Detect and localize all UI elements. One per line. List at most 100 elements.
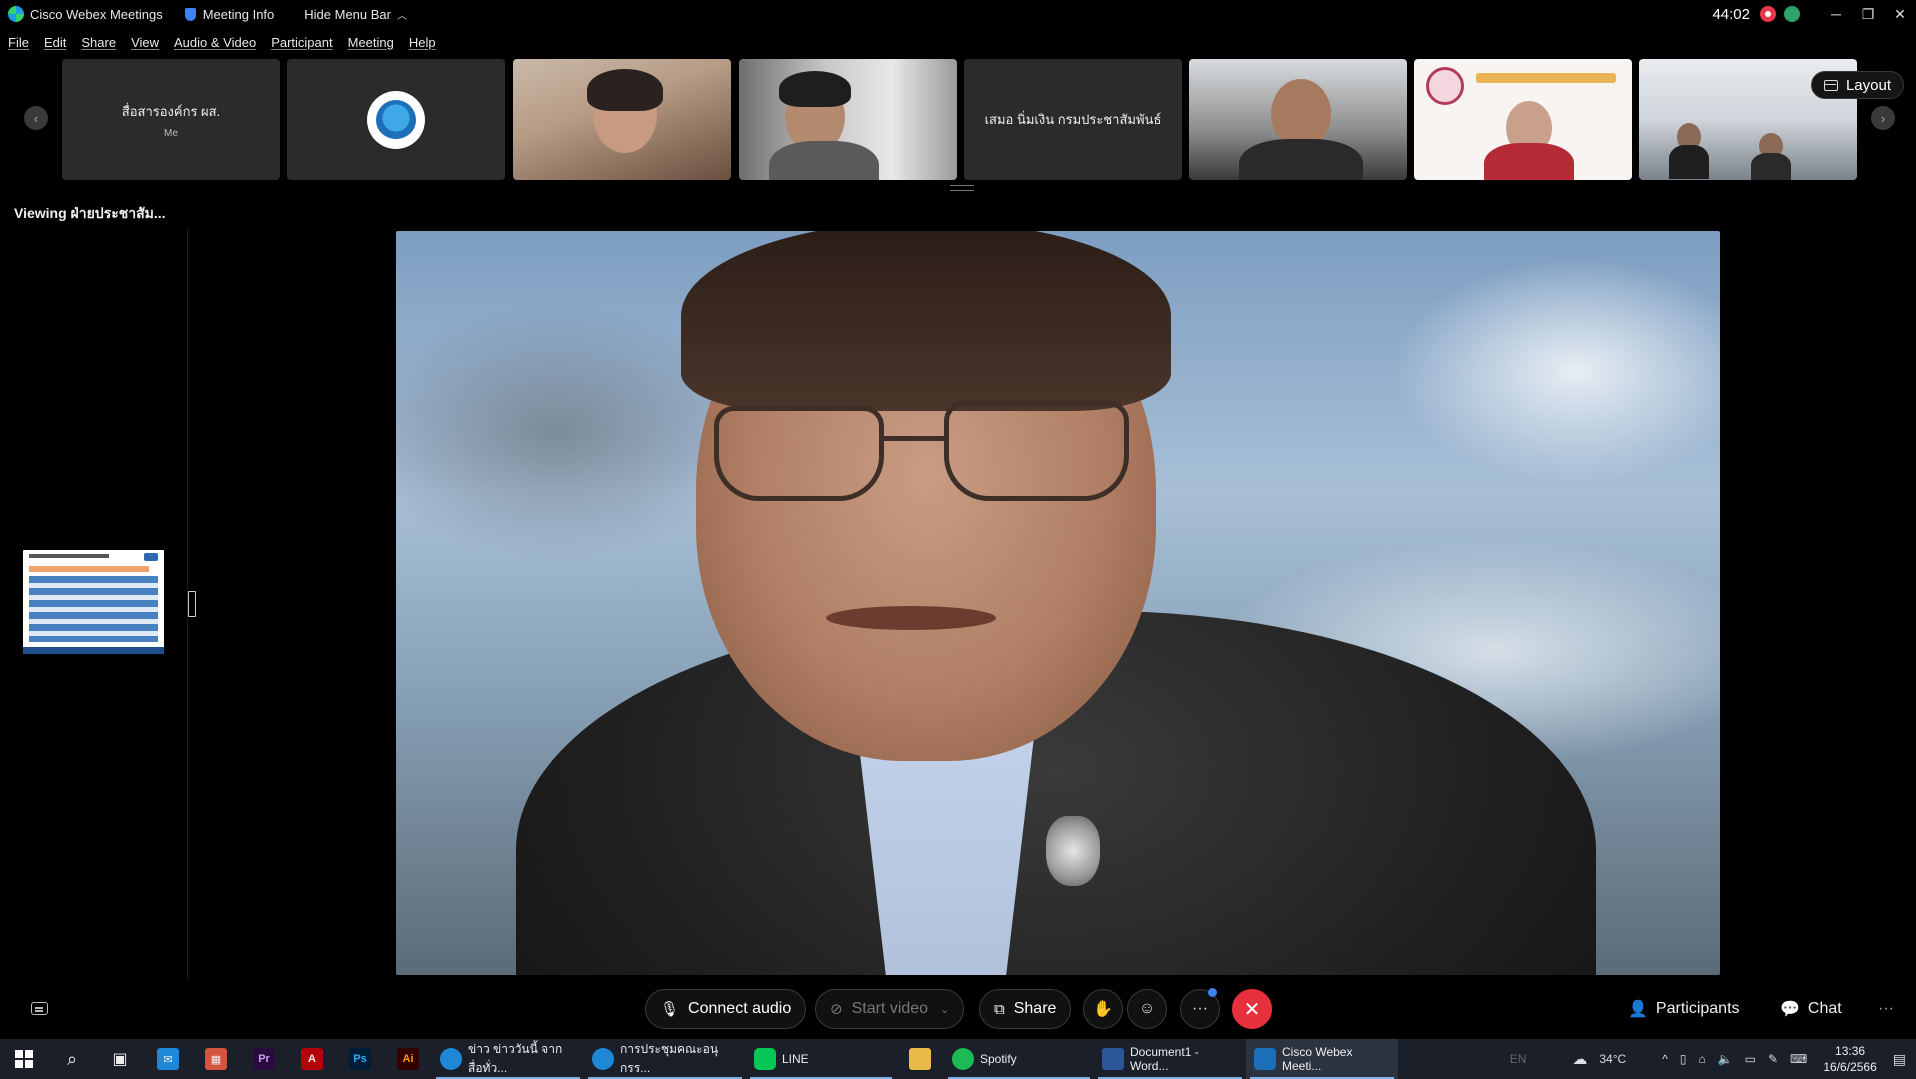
search-icon: ⌕ (66, 1048, 78, 1069)
share-label: Share (1013, 1000, 1057, 1017)
filmstrip-next-icon[interactable]: › (1871, 106, 1895, 130)
taskbar-app-label: Document1 - Word... (1130, 1045, 1199, 1073)
taskbar-app-label: Cisco Webex Meeti... (1282, 1045, 1353, 1073)
network-health-icon[interactable] (1784, 6, 1800, 22)
more-icon: ··· (1878, 1000, 1894, 1017)
minimize-icon[interactable]: ─ (1820, 6, 1852, 22)
shared-content-thumbnail-panel (0, 229, 188, 979)
start-button[interactable] (0, 1039, 48, 1079)
photoshop-app[interactable]: Ps (336, 1039, 384, 1079)
weather-icon[interactable]: ☁ (1572, 1050, 1587, 1068)
file-explorer-app[interactable] (896, 1039, 944, 1079)
system-tray: EN ☁ 34°C ^ ▯ ⌂ 🔈 ▭ ✎ ⌨ 13:36 16/6/2566 … (1504, 1039, 1916, 1079)
store-icon: ▦ (205, 1048, 227, 1070)
clock-time: 13:36 (1835, 1044, 1866, 1058)
taskbar-app-label: การประชุมคณะอนุกรร... (620, 1042, 719, 1075)
layout-icon (1823, 79, 1838, 91)
illustrator-app[interactable]: Ai (384, 1039, 432, 1079)
layout-button[interactable]: Layout (1810, 71, 1904, 99)
participant-name: เสมอ นิ่มเงิน กรมประชาสัมพันธ์ (984, 112, 1162, 127)
participant-tile-named[interactable]: เสมอ นิ่มเงิน กรมประชาสัมพันธ์ (964, 59, 1182, 180)
menu-help[interactable]: Help (409, 35, 436, 50)
taskbar-app-edge-meeting[interactable]: การประชุมคณะอนุกรร... (584, 1039, 746, 1079)
participant-name: สื่อสารองค์กร ผส. (121, 103, 221, 119)
pen-icon[interactable]: ✎ (1768, 1052, 1778, 1066)
language-indicator[interactable]: EN (1510, 1052, 1527, 1066)
premiere-app[interactable]: Pr (240, 1039, 288, 1079)
spotify-icon (952, 1048, 974, 1070)
chevron-up-icon[interactable]: ︿ (397, 7, 407, 22)
battery-icon[interactable]: ▯ (1680, 1052, 1687, 1066)
panel-more-button[interactable]: ··· (1878, 989, 1894, 1029)
meeting-timer: 44:02 (1712, 5, 1750, 23)
shared-slide-thumbnail[interactable] (23, 550, 164, 654)
volume-icon[interactable]: 🔈 (1718, 1052, 1733, 1066)
more-options-button[interactable]: ··· (1180, 988, 1220, 1029)
device-icon[interactable]: ▭ (1745, 1052, 1756, 1066)
store-app[interactable]: ▦ (192, 1039, 240, 1079)
chat-icon: 💬 (1780, 1001, 1800, 1018)
microphone-icon: 🎙 (660, 1001, 680, 1018)
meeting-info-button[interactable]: Meeting Info (203, 7, 275, 22)
taskbar-app-edge-news[interactable]: ข่าว ข่าววันนี้ จากสื่อทั่ว... (432, 1039, 584, 1079)
task-view-icon: ▣ (112, 1051, 128, 1068)
participant-tile-video[interactable] (513, 59, 731, 180)
participants-label: Participants (1655, 1000, 1740, 1017)
word-icon (1102, 1048, 1124, 1070)
taskbar-app-word[interactable]: Document1 - Word... (1094, 1039, 1246, 1079)
layout-label: Layout (1845, 76, 1891, 94)
participant-tile-video[interactable] (1189, 59, 1407, 180)
chevron-up-icon[interactable]: ^ (1662, 1052, 1668, 1066)
participant-tile-avatar[interactable] (287, 59, 505, 180)
viewing-label: Viewing ฝ่ายประชาสัม... (14, 205, 166, 221)
connect-audio-button[interactable]: 🎙 Connect audio (645, 989, 807, 1029)
taskbar-app-webex[interactable]: Cisco Webex Meeti... (1246, 1039, 1398, 1079)
start-video-button[interactable]: ⊘ Start video ⌄ (815, 989, 965, 1029)
windows-taskbar: ⌕ ▣ ✉ ▦ Pr A Ps Ai ข่าว ข่าววันนี้ จากสื… (0, 1039, 1916, 1079)
menu-share[interactable]: Share (81, 35, 116, 50)
closed-caption-icon[interactable] (31, 1002, 48, 1015)
participants-button[interactable]: 👤 Participants (1628, 989, 1740, 1029)
filmstrip-resize-handle[interactable] (950, 185, 974, 191)
mail-app[interactable]: ✉ (144, 1039, 192, 1079)
search-button[interactable]: ⌕ (48, 1039, 96, 1079)
close-icon[interactable]: ✕ (1884, 6, 1916, 23)
clock-date: 16/6/2566 (1823, 1060, 1877, 1074)
menu-file[interactable]: File (8, 35, 29, 50)
menu-audio-video[interactable]: Audio & Video (174, 35, 256, 50)
chevron-down-icon[interactable]: ⌄ (940, 1003, 949, 1016)
reactions-button[interactable]: ☺ (1127, 989, 1167, 1029)
illustrator-icon: Ai (397, 1048, 419, 1070)
restore-icon[interactable]: ❐ (1852, 6, 1884, 23)
shield-icon (184, 7, 196, 21)
windows-icon (15, 1050, 33, 1068)
filmstrip-prev-icon[interactable]: ‹ (24, 106, 48, 130)
video-off-icon: ⊘ (830, 1001, 843, 1018)
menu-edit[interactable]: Edit (44, 35, 66, 50)
chat-button[interactable]: 💬 Chat (1780, 989, 1842, 1029)
participant-tile-video[interactable] (739, 59, 957, 180)
raise-hand-button[interactable]: ✋ (1083, 989, 1123, 1029)
notification-icon[interactable]: ▤ (1893, 1051, 1906, 1068)
taskbar-app-label: LINE (782, 1052, 809, 1066)
keyboard-icon[interactable]: ⌨ (1790, 1052, 1807, 1066)
menu-view[interactable]: View (131, 35, 159, 50)
participant-tile-video[interactable] (1414, 59, 1632, 180)
participant-tile-me[interactable]: สื่อสารองค์กร ผส. Me (62, 59, 280, 180)
taskbar-app-spotify[interactable]: Spotify (944, 1039, 1094, 1079)
share-button[interactable]: ⧉ Share (979, 989, 1072, 1029)
menu-participant[interactable]: Participant (271, 35, 332, 50)
recording-icon[interactable] (1760, 6, 1776, 22)
panel-splitter-handle[interactable] (188, 591, 196, 617)
taskbar-app-line[interactable]: LINE (746, 1039, 896, 1079)
hide-menu-bar-button[interactable]: Hide Menu Bar (304, 7, 391, 22)
network-icon[interactable]: ⌂ (1698, 1052, 1705, 1066)
task-view-button[interactable]: ▣ (96, 1039, 144, 1079)
line-icon (754, 1048, 776, 1070)
system-clock[interactable]: 13:36 16/6/2566 (1823, 1043, 1876, 1075)
acrobat-app[interactable]: A (288, 1039, 336, 1079)
menu-meeting[interactable]: Meeting (348, 35, 394, 50)
end-meeting-button[interactable]: ✕ (1232, 989, 1272, 1029)
avatar (367, 90, 425, 149)
weather-temp[interactable]: 34°C (1599, 1052, 1626, 1066)
